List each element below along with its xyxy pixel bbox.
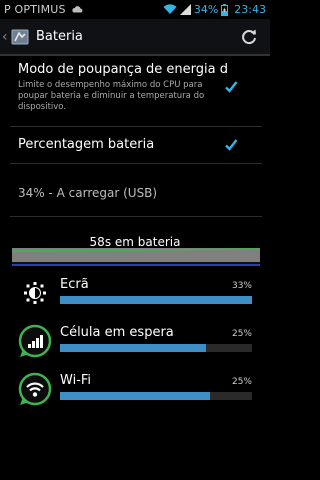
- battery-status-text: 34% - A carregar (USB): [18, 186, 158, 200]
- cloud-icon: [72, 6, 83, 13]
- battery-charging-icon: [221, 3, 229, 16]
- usage-bar: [60, 296, 252, 304]
- usage-name: Ecrã: [60, 277, 89, 292]
- battery-percentage-pref[interactable]: Percentagem bateria: [18, 137, 248, 152]
- usage-percent: 33%: [231, 281, 252, 291]
- battery-percentage-checkbox[interactable]: [224, 138, 238, 152]
- graph-label: 58s em bateria: [89, 235, 181, 249]
- divider: [10, 163, 262, 164]
- clock: 23:43: [234, 3, 266, 16]
- power-saving-pref[interactable]: Modo de poupança de energia d Limite o d…: [18, 62, 248, 113]
- signal-icon: [18, 324, 52, 358]
- battery-percent: 34%: [193, 3, 219, 16]
- usage-bar-fill: [60, 392, 210, 400]
- usage-row-wifi[interactable]: Wi-Fi 25%: [0, 372, 270, 412]
- status-bar: P OPTIMUS 34% 23:43: [0, 0, 270, 19]
- usage-row-cell-standby[interactable]: Célula em espera 25%: [0, 324, 270, 364]
- brightness-icon: [24, 282, 46, 304]
- usage-bar-fill: [60, 296, 252, 304]
- divider: [10, 216, 262, 217]
- usage-percent: 25%: [231, 377, 252, 387]
- usage-row-screen[interactable]: Ecrã 33%: [0, 276, 270, 316]
- up-caret-icon[interactable]: ‹: [2, 29, 8, 45]
- usage-bar: [60, 344, 252, 352]
- usage-name: Célula em espera: [60, 325, 174, 340]
- status-icons: 34% 23:43: [163, 3, 266, 16]
- battery-percentage-title: Percentagem bateria: [18, 137, 155, 152]
- wifi-status-icon: [163, 4, 177, 14]
- usage-name: Wi-Fi: [60, 373, 92, 388]
- usage-bar-fill: [60, 344, 206, 352]
- divider: [10, 126, 262, 127]
- refresh-icon[interactable]: [240, 28, 258, 46]
- signal-status-icon: [179, 4, 191, 15]
- wifi-icon: [18, 372, 52, 406]
- usage-percent: 25%: [231, 329, 252, 339]
- power-saving-summary: Limite o desempenho máximo do CPU para p…: [18, 80, 205, 112]
- action-bar: ‹ Bateria: [0, 19, 270, 56]
- carrier-name: P OPTIMUS: [4, 3, 66, 16]
- usage-bar: [60, 392, 252, 400]
- power-saving-title: Modo de poupança de energia d: [18, 62, 228, 77]
- page-title: Bateria: [36, 29, 83, 44]
- power-saving-checkbox[interactable]: [224, 80, 238, 94]
- settings-icon[interactable]: [10, 27, 30, 47]
- battery-history-graph[interactable]: [12, 248, 260, 266]
